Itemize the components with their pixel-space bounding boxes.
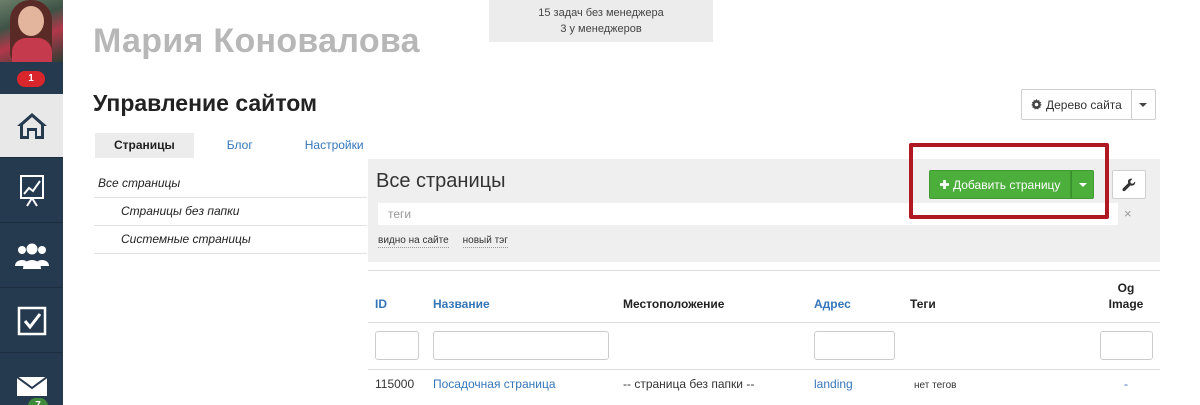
column-header-og: Og	[1117, 281, 1135, 295]
highlight-frame	[909, 143, 1109, 219]
page-title: Управление сайтом	[93, 90, 318, 116]
notifications[interactable]: 1	[0, 62, 63, 94]
nav-tasks[interactable]	[0, 289, 63, 353]
home-icon	[16, 112, 47, 139]
filter-address-input[interactable]	[814, 331, 895, 360]
tag-chip[interactable]: видно на сайте	[378, 235, 449, 248]
avatar[interactable]	[0, 0, 63, 62]
gear-icon	[1031, 99, 1042, 110]
tasks-unassigned: 15 задач без менеджера	[538, 7, 664, 19]
notification-badge: 1	[17, 71, 45, 87]
site-tree-label: Дерево сайта	[1046, 97, 1122, 112]
cell-location: -- страница без папки --	[623, 377, 755, 391]
site-tree-dropdown[interactable]	[1131, 89, 1156, 120]
section-tabs: Страницы Блог Настройки	[95, 133, 383, 158]
tag-chip[interactable]: новый тэг	[462, 235, 508, 248]
panel-title: Все страницы	[376, 170, 506, 192]
column-header-tags: Теги	[910, 297, 936, 311]
divider	[368, 270, 1160, 271]
cell-id: 115000	[375, 377, 415, 391]
folder-system-pages[interactable]: Системные страницы	[94, 226, 367, 254]
avatar-top	[12, 38, 52, 62]
user-name: Мария Коновалова	[93, 22, 420, 60]
tab-settings[interactable]: Настройки	[286, 133, 383, 158]
mail-icon	[15, 376, 48, 396]
site-tree-button[interactable]: Дерево сайта	[1021, 89, 1132, 120]
nav-analytics[interactable]	[0, 159, 63, 223]
filter-id-input[interactable]	[375, 331, 419, 360]
folder-list: Все страницы Страницы без папки Системны…	[94, 170, 367, 254]
filter-og-input[interactable]	[1100, 331, 1153, 360]
tasks-summary[interactable]: 15 задач без менеджера 3 у менеджеров	[489, 0, 713, 42]
close-icon[interactable]: ×	[1124, 206, 1132, 221]
users-icon	[14, 243, 49, 269]
avatar-face	[18, 6, 44, 36]
nav-users[interactable]	[0, 224, 63, 288]
settings-tool-button[interactable]	[1112, 170, 1146, 199]
folder-all-pages[interactable]: Все страницы	[94, 170, 367, 198]
divider	[368, 369, 1160, 370]
checkbox-icon	[17, 306, 46, 335]
cell-og-link[interactable]: -	[1124, 377, 1128, 391]
nav-home[interactable]	[0, 94, 63, 158]
column-header-address[interactable]: Адрес	[814, 297, 851, 311]
left-sidebar: 1 7	[0, 0, 63, 405]
chevron-down-icon	[1139, 102, 1148, 107]
nav-mail[interactable]: 7	[0, 354, 63, 405]
chart-icon	[19, 174, 44, 207]
tab-pages[interactable]: Страницы	[95, 133, 194, 158]
tasks-with-managers: 3 у менеджеров	[560, 23, 642, 35]
site-tree-button-group: Дерево сайта	[1021, 89, 1156, 120]
cell-address-link[interactable]: landing	[814, 377, 853, 391]
cell-tags: нет тегов	[914, 380, 957, 391]
column-header-name[interactable]: Название	[433, 297, 490, 311]
column-header-image: Image	[1108, 297, 1144, 311]
tag-chips: видно на сайте новый тэг	[378, 235, 508, 248]
column-header-og-image: Og Image	[1106, 280, 1146, 312]
divider	[368, 322, 1160, 323]
mail-badge: 7	[28, 398, 48, 405]
tab-blog[interactable]: Блог	[208, 133, 272, 158]
folder-no-folder[interactable]: Страницы без папки	[94, 198, 367, 226]
column-header-location: Местоположение	[623, 297, 725, 311]
filter-name-input[interactable]	[433, 331, 609, 360]
cell-name-link[interactable]: Посадочная страница	[433, 377, 556, 391]
wrench-icon	[1122, 178, 1136, 191]
column-header-id[interactable]: ID	[375, 297, 387, 311]
